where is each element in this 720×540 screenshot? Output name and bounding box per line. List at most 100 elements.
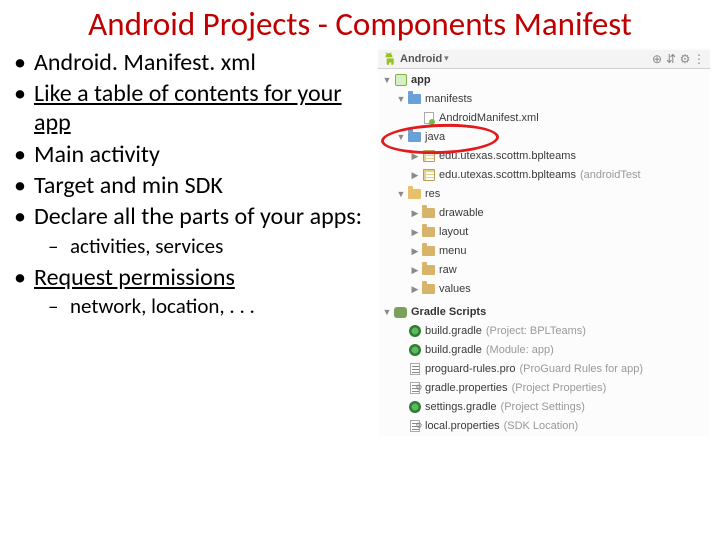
sub-bullet-list: network, location, . . . [34,294,372,320]
folder-icon [407,187,422,202]
tree-label: Gradle Scripts [411,303,486,322]
tree-node-gradle-file[interactable]: build.gradle(Project: BPLTeams) [380,322,710,341]
tree-label: proguard-rules.pro [425,360,516,379]
bullet-link[interactable]: Request permissions [34,263,235,292]
tree-node-res[interactable]: ▼ res [380,185,710,204]
expand-arrow-icon[interactable]: ▼ [396,132,406,142]
tree-note: (Module: app) [486,341,554,360]
bullet-list: Android. Manifest. xml Like a table of c… [14,48,372,320]
sub-bullet-list: activities, services [34,234,372,260]
expand-arrow-icon[interactable]: ▶ [410,246,420,256]
tree-label: menu [439,242,467,261]
sub-bullet-text: activities, services [70,233,223,259]
spacer-icon [410,113,420,123]
res-folder-icon [421,282,436,297]
bullet-item: Target and min SDK [14,171,372,200]
tree-note: (androidTest [580,166,641,185]
sub-bullet-text: network, location, . . . [70,293,255,319]
expand-arrow-icon[interactable]: ▶ [410,170,420,180]
module-icon [393,73,408,88]
menu-icon[interactable]: ⋮ [692,52,706,66]
tree-node-app[interactable]: ▼ app [380,71,710,90]
bullet-column: Android. Manifest. xml Like a table of c… [0,48,378,436]
expand-arrow-icon[interactable]: ▶ [410,284,420,294]
tree-label: AndroidManifest.xml [439,109,539,128]
expand-arrow-icon[interactable]: ▼ [382,307,392,317]
tree-node-manifests[interactable]: ▼ manifests [380,90,710,109]
file-icon [407,362,422,377]
spacer-icon [396,383,406,393]
slide-title: Android Projects - Components Manifest [0,0,720,48]
tree-label: edu.utexas.scottm.bplteams [439,166,576,185]
res-folder-icon [421,206,436,221]
tree-label: build.gradle [425,322,482,341]
spacer-icon [396,326,406,336]
package-icon [421,168,436,183]
bullet-item: Android. Manifest. xml [14,48,372,77]
expand-arrow-icon[interactable]: ▶ [410,151,420,161]
expand-arrow-icon[interactable]: ▶ [410,265,420,275]
collapse-icon[interactable]: ⇵ [664,52,678,66]
spacer-icon [396,345,406,355]
tree-note: (Project: BPLTeams) [486,322,586,341]
tree-label: raw [439,261,457,280]
tree-node-package[interactable]: ▶ edu.utexas.scottm.bplteams(androidTest [380,166,710,185]
tree-node-drawable[interactable]: ▶ drawable [380,204,710,223]
tree-node-settings-gradle[interactable]: settings.gradle(Project Settings) [380,398,710,417]
tree-node-java[interactable]: ▼java [380,128,710,147]
android-icon [382,52,396,66]
bullet-link[interactable]: Like a table of contents for your app [34,79,342,137]
res-folder-icon [421,225,436,240]
gradle-icon [393,305,408,320]
expand-arrow-icon[interactable]: ▶ [410,227,420,237]
tree-label: edu.utexas.scottm.bplteams [439,147,576,166]
folder-icon [407,92,422,107]
bullet-item: Declare all the parts of your apps: acti… [14,202,372,259]
gear-icon[interactable]: ⚙ [678,52,692,66]
tree-node-layout[interactable]: ▶layout [380,223,710,242]
tree-label: manifests [425,90,472,109]
tree-node-package[interactable]: ▶ edu.utexas.scottm.bplteams [380,147,710,166]
properties-file-icon [407,419,422,434]
tree-node-local-properties[interactable]: local.properties(SDK Location) [380,417,710,436]
properties-file-icon [407,381,422,396]
panel-dropdown[interactable]: Android [400,53,442,65]
expand-arrow-icon[interactable]: ▶ [410,208,420,218]
xml-file-icon [421,111,436,126]
bullet-text: Main activity [34,140,160,169]
tree-node-menu[interactable]: ▶ menu [380,242,710,261]
tree-node-gradle-scripts[interactable]: ▼ Gradle Scripts [380,303,710,322]
project-tree: ▼ app ▼ manifests AndroidManifest.xml ▼jav… [378,69,710,436]
tree-note: (Project Properties) [512,379,607,398]
bullet-item: Request permissions network, location, .… [14,263,372,320]
tree-node-manifest-file[interactable]: AndroidManifest.xml [380,109,710,128]
tree-label: values [439,280,471,299]
bullet-text: Android. Manifest. xml [34,48,256,77]
tree-node-values[interactable]: ▶ values [380,280,710,299]
chevron-down-icon[interactable]: ▾ [444,53,449,64]
expand-arrow-icon[interactable]: ▼ [396,189,406,199]
expand-arrow-icon[interactable]: ▼ [396,94,406,104]
tree-label: settings.gradle [425,398,497,417]
spacer-icon [396,421,406,431]
project-panel: Android ▾ ⊕ ⇵ ⚙ ⋮ ▼ app ▼ manifests Androi… [378,48,710,436]
tree-label: res [425,185,440,204]
slide-body: Android. Manifest. xml Like a table of c… [0,48,720,436]
tree-node-proguard[interactable]: proguard-rules.pro(ProGuard Rules for ap… [380,360,710,379]
gradle-file-icon [407,343,422,358]
tree-label: local.properties [425,417,500,436]
tree-label: app [411,71,431,90]
bullet-text: Target and min SDK [34,171,223,200]
sub-bullet-item: network, location, . . . [48,294,372,320]
tree-note: (ProGuard Rules for app) [520,360,644,379]
spacer-icon [396,402,406,412]
expand-arrow-icon[interactable]: ▼ [382,75,392,85]
tree-node-raw[interactable]: ▶ raw [380,261,710,280]
bullet-item: Like a table of contents for your app [14,79,372,138]
tree-label: drawable [439,204,484,223]
target-icon[interactable]: ⊕ [650,52,664,66]
tree-node-gradle-file[interactable]: build.gradle(Module: app) [380,341,710,360]
panel-header: Android ▾ ⊕ ⇵ ⚙ ⋮ [378,50,710,69]
bullet-item: Main activity [14,140,372,169]
tree-node-properties[interactable]: gradle.properties(Project Properties) [380,379,710,398]
